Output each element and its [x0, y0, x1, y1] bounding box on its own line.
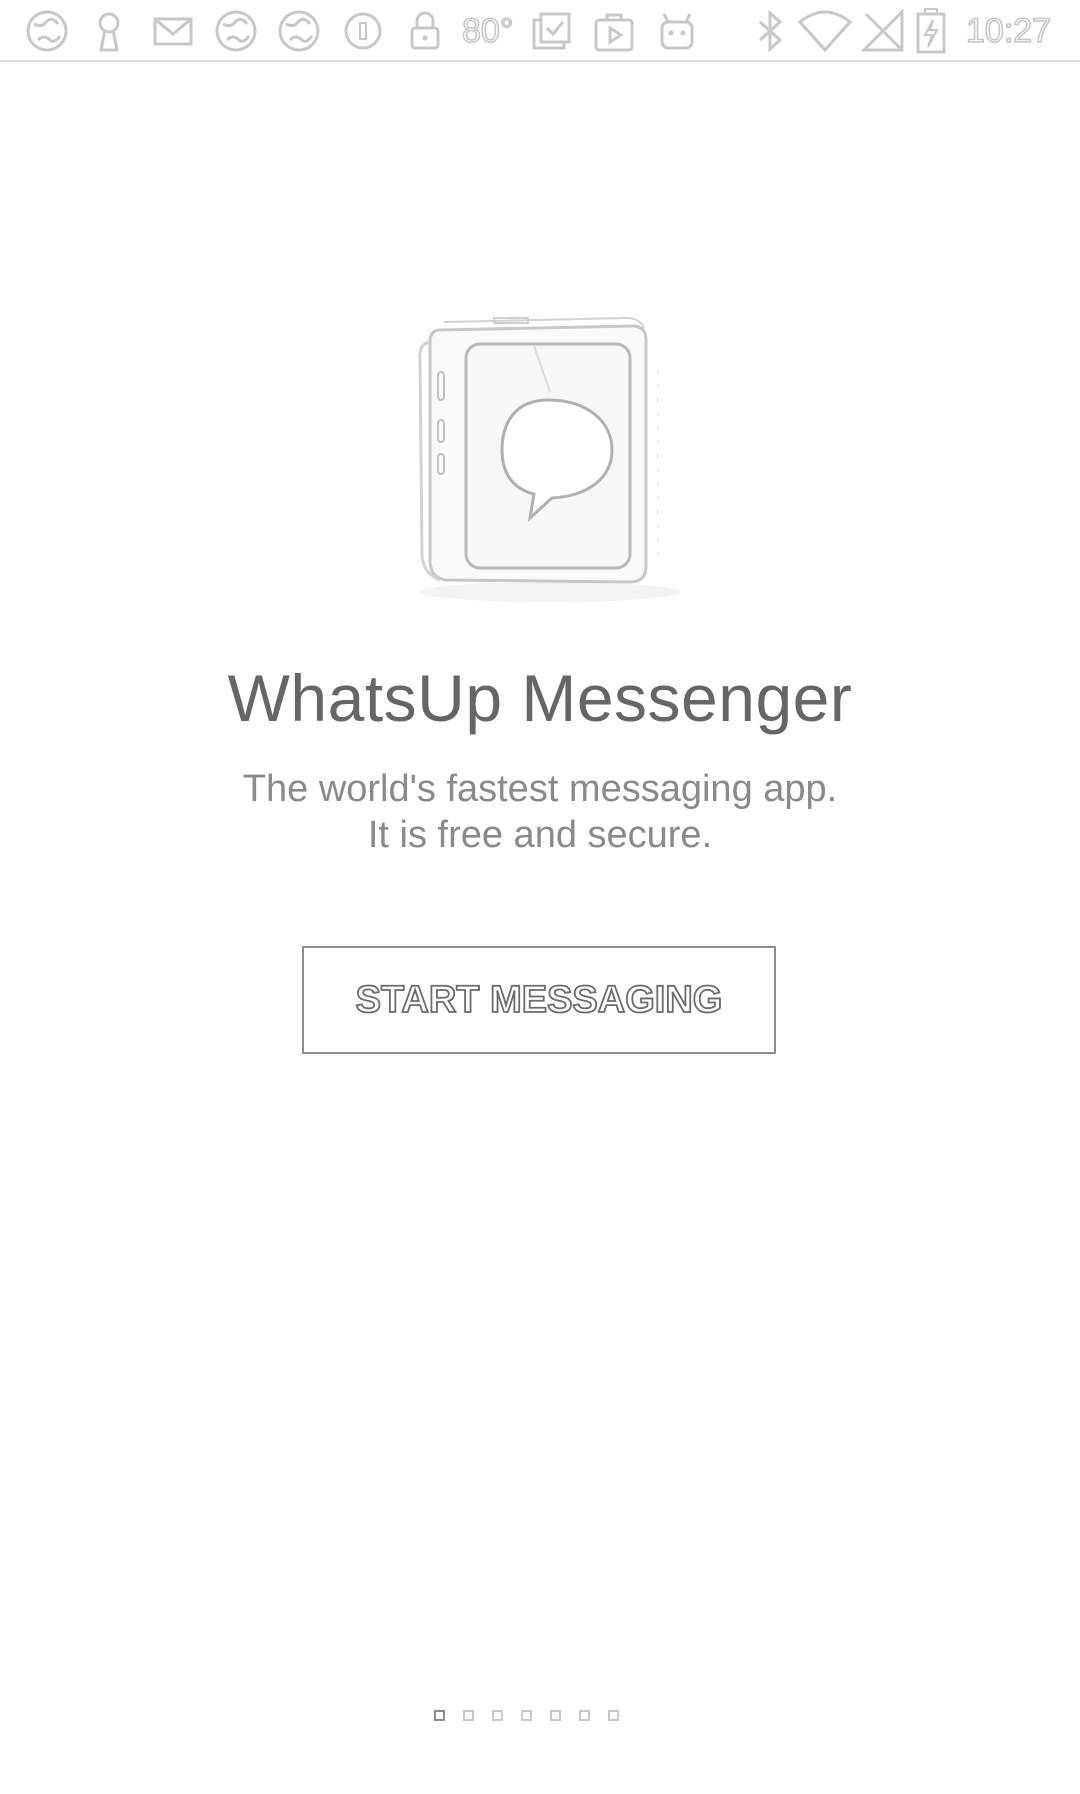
page-indicator [434, 1710, 619, 1724]
message-device-illustration [400, 310, 690, 610]
circle-icon [340, 8, 386, 54]
status-bar: 80° 10:27 [0, 0, 1080, 62]
mail-icon [150, 8, 196, 54]
android-icon [654, 8, 700, 54]
tagline-line-2: It is free and secure. [367, 814, 713, 856]
app-title: WhatsUp Messenger [227, 661, 853, 735]
page-indicator-dot [521, 1710, 532, 1721]
tagline-line-1: The world's fastest messaging app. [242, 768, 838, 810]
globe-icon [24, 8, 70, 54]
temperature-text: 80° [461, 11, 514, 51]
globe-icon [276, 8, 322, 54]
page-indicator-dot [434, 1710, 445, 1721]
clock-time: 10:27 [965, 11, 1052, 51]
page-indicator-dot [608, 1710, 619, 1721]
battery-charging-icon [914, 8, 948, 54]
page-indicator-dot [463, 1710, 474, 1721]
lock-icon [402, 8, 448, 54]
clipboard-check-icon [528, 8, 574, 54]
bluetooth-icon [747, 8, 793, 54]
start-messaging-label: START MESSAGING [355, 978, 723, 1022]
play-store-icon [591, 8, 637, 54]
globe-icon [213, 8, 259, 54]
page-indicator-dot [492, 1710, 503, 1721]
keyhole-icon [86, 8, 132, 54]
start-messaging-button[interactable]: START MESSAGING [302, 946, 776, 1054]
no-signal-icon [860, 8, 906, 54]
wifi-icon [797, 8, 853, 54]
page-indicator-dot [579, 1710, 590, 1721]
page-indicator-dot [550, 1710, 561, 1721]
